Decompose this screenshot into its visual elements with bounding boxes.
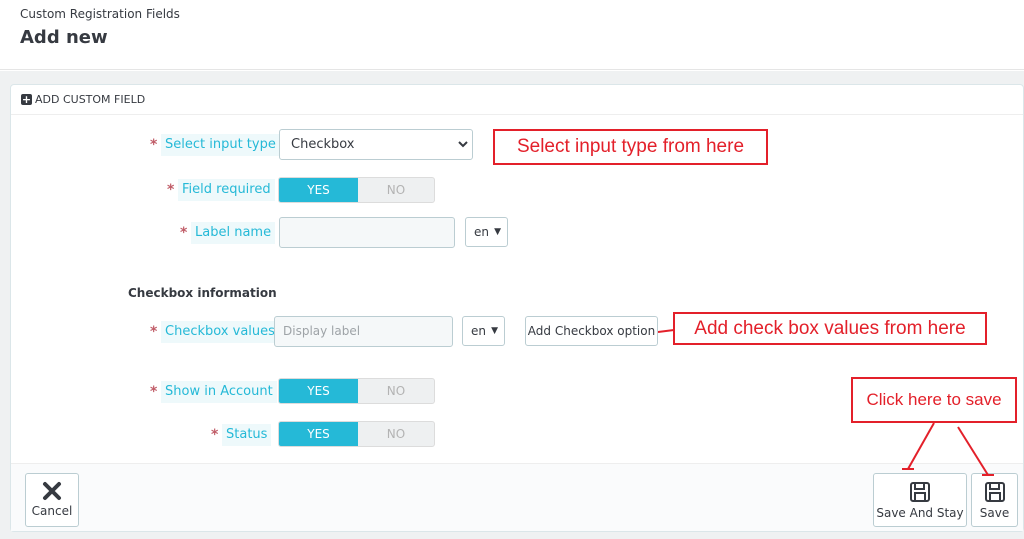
required-asterisk: * [150, 137, 158, 153]
cancel-button[interactable]: Cancel [25, 473, 79, 527]
input-type-value: Checkbox [291, 137, 355, 152]
panel-heading: + ADD CUSTOM FIELD [11, 85, 1023, 115]
language-code: en [474, 225, 489, 239]
caret-down-icon: ▼ [494, 227, 501, 237]
status-no[interactable]: NO [358, 422, 434, 446]
required-asterisk: * [180, 225, 188, 241]
floppy-disk-icon [910, 482, 930, 502]
checkbox-values-language-dropdown[interactable]: en ▼ [462, 316, 505, 346]
checkbox-values-label: Checkbox values [161, 321, 279, 343]
plus-square-icon: + [21, 93, 32, 106]
panel-footer: Cancel Save And Stay Save [11, 463, 1023, 531]
save-and-stay-label: Save And Stay [876, 506, 964, 520]
field-required-no[interactable]: NO [358, 178, 434, 202]
breadcrumb[interactable]: Custom Registration Fields [20, 7, 180, 21]
caret-down-icon: ▼ [491, 326, 498, 336]
required-asterisk: * [167, 182, 175, 198]
show-in-account-yes[interactable]: YES [279, 379, 358, 403]
field-required-label: Field required [178, 179, 275, 201]
page-title: Add new [20, 27, 108, 48]
required-asterisk: * [150, 384, 158, 400]
annotation-save-hint: Click here to save [851, 377, 1017, 423]
cancel-label: Cancel [31, 504, 73, 518]
close-icon [43, 482, 61, 500]
save-and-stay-button[interactable]: Save And Stay [873, 473, 967, 527]
required-asterisk: * [150, 324, 158, 340]
label-name-language-dropdown[interactable]: en ▼ [465, 217, 508, 247]
annotation-connector [658, 329, 674, 333]
label-name-input[interactable] [279, 217, 455, 248]
status-yes[interactable]: YES [279, 422, 358, 446]
annotation-select-type: Select input type from here [493, 129, 768, 165]
chevron-down-icon [458, 141, 468, 148]
save-label: Save [979, 506, 1010, 520]
show-in-account-no[interactable]: NO [358, 379, 434, 403]
annotation-arrows [902, 422, 994, 476]
show-in-account-switch[interactable]: YES NO [278, 378, 435, 404]
annotation-checkbox-values: Add check box values from here [673, 312, 987, 345]
field-required-switch[interactable]: YES NO [278, 177, 435, 203]
input-type-label: Select input type [161, 134, 280, 156]
label-name-label: Label name [191, 222, 276, 244]
save-button[interactable]: Save [971, 473, 1018, 527]
status-label: Status [222, 424, 272, 446]
language-code: en [471, 324, 486, 338]
status-switch[interactable]: YES NO [278, 421, 435, 447]
show-in-account-label: Show in Account [161, 381, 277, 403]
input-type-select[interactable]: Checkbox [279, 129, 473, 160]
page-header: Custom Registration Fields Add new [0, 0, 1024, 70]
panel-heading-title: ADD CUSTOM FIELD [35, 93, 146, 106]
checkbox-values-input[interactable]: Display label [274, 316, 453, 347]
field-required-yes[interactable]: YES [279, 178, 358, 202]
required-asterisk: * [211, 427, 219, 443]
floppy-disk-icon [984, 482, 1005, 502]
add-checkbox-option-button[interactable]: Add Checkbox option [525, 316, 658, 346]
checkbox-information-title: Checkbox information [128, 286, 277, 300]
